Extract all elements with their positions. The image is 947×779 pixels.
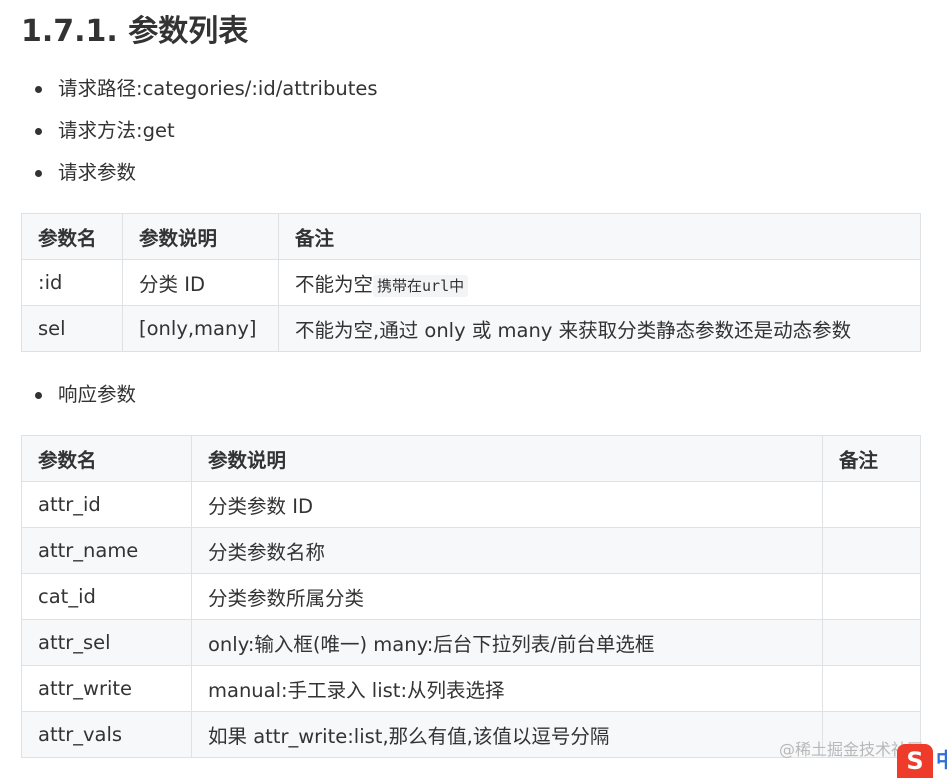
cell-note [822,527,921,574]
inline-code: 携带在url中 [373,275,469,297]
cell-param-name: sel [21,305,123,352]
table-row: attr_name 分类参数名称 [21,527,921,574]
bullet-request-params: 请求参数 [34,160,137,186]
cell-param-desc: 分类 ID [122,259,279,306]
table-row: cat_id 分类参数所属分类 [21,573,921,620]
cell-param-desc: 分类参数 ID [191,481,823,528]
cell-param-desc: 分类参数所属分类 [191,573,823,620]
request-path-value: categories/:id/attributes [142,77,378,100]
header-param-name: 参数名 [21,435,192,482]
cell-param-desc: only:输入框(唯一) many:后台下拉列表/前台单选框 [191,619,823,666]
cell-note [822,665,921,712]
header-param-desc: 参数说明 [122,213,279,260]
header-note: 备注 [278,213,921,260]
table-header-row: 参数名 参数说明 备注 [21,213,921,260]
cell-param-name: attr_write [21,665,192,712]
cell-note: 不能为空,通过 only 或 many 来获取分类静态参数还是动态参数 [278,305,921,352]
cell-param-name: attr_vals [21,711,192,758]
cell-note [822,481,921,528]
cell-param-desc: 如果 attr_write:list,那么有值,该值以逗号分隔 [191,711,823,758]
table-row: attr_id 分类参数 ID [21,481,921,528]
table-header-row: 参数名 参数说明 备注 [21,435,921,482]
cell-param-desc: [only,many] [122,305,279,352]
table-row: attr_write manual:手工录入 list:从列表选择 [21,665,921,712]
header-note: 备注 [822,435,921,482]
note-text: 不能为空 [295,273,374,296]
cell-note [822,573,921,620]
cell-param-desc: manual:手工录入 list:从列表选择 [191,665,823,712]
table-row: :id 分类 ID 不能为空 携带在url中 [21,259,921,306]
cell-param-name: cat_id [21,573,192,620]
table-row: sel [only,many] 不能为空,通过 only 或 many 来获取分… [21,305,921,352]
cell-param-name: attr_id [21,481,192,528]
request-method-label: 请求方法: [58,119,143,142]
table-row: attr_sel only:输入框(唯一) many:后台下拉列表/前台单选框 [21,619,921,666]
request-params-label: 请求参数 [58,161,137,184]
sogou-logo-icon: S [897,744,933,778]
request-path-label: 请求路径: [58,77,143,100]
cell-param-name: attr_name [21,527,192,574]
input-method-icon: 中 [936,748,947,772]
bullet-request-path: 请求路径:categories/:id/attributes [35,76,378,102]
cell-param-name: attr_sel [21,619,192,666]
section-title: 1.7.1. 参数列表 [21,14,249,49]
response-params-table: 参数名 参数说明 备注 attr_id 分类参数 ID attr_name 分类… [21,435,921,758]
request-method-value: get [142,119,175,142]
cell-param-name: :id [21,259,123,306]
bullet-response-params: 响应参数 [34,382,137,408]
header-param-name: 参数名 [21,213,123,260]
cell-note: 不能为空 携带在url中 [278,259,921,306]
bullet-request-method: 请求方法:get [35,118,175,144]
header-param-desc: 参数说明 [191,435,823,482]
cell-note [822,619,921,666]
request-params-table: 参数名 参数说明 备注 :id 分类 ID 不能为空 携带在url中 sel [o… [21,213,921,352]
response-params-label: 响应参数 [58,383,137,406]
cell-param-desc: 分类参数名称 [191,527,823,574]
